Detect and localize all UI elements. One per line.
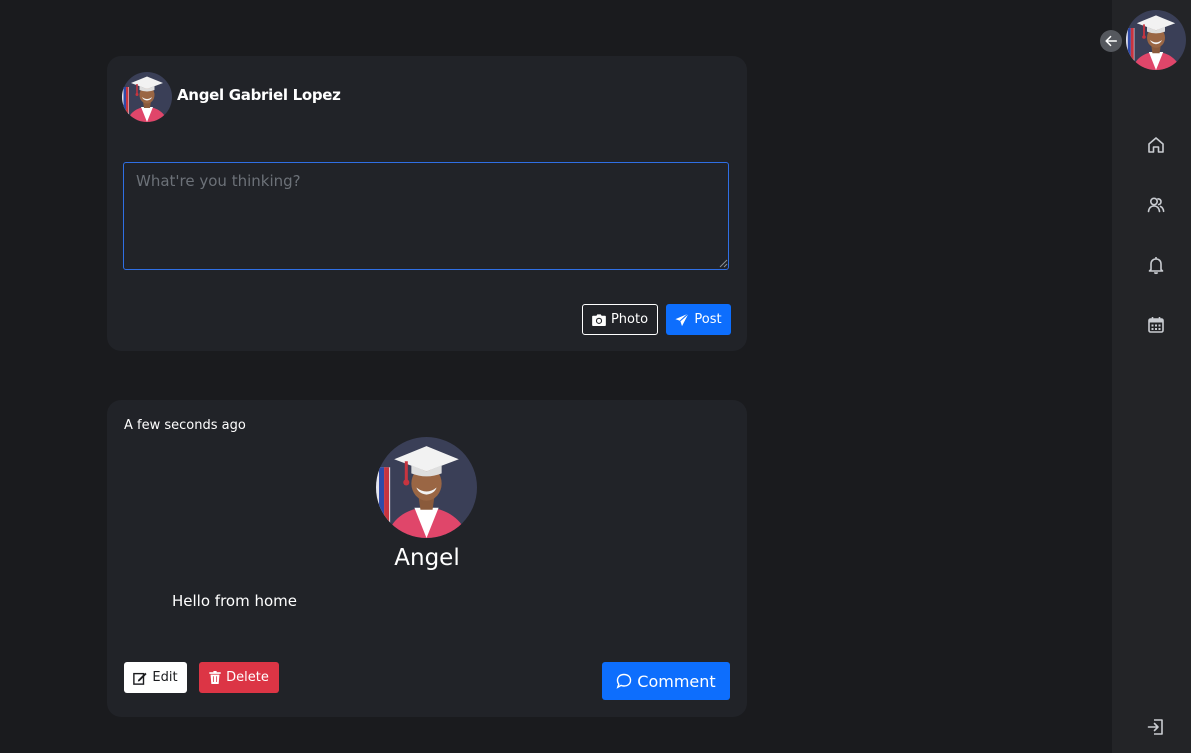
sidebar-item-calendar[interactable]	[1145, 314, 1167, 336]
photo-button[interactable]: Photo	[582, 304, 658, 335]
post-timestamp: A few seconds ago	[124, 418, 246, 433]
delete-button-label: Delete	[226, 670, 269, 685]
post-button-label: Post	[694, 312, 722, 327]
sidebar-item-home[interactable]	[1145, 134, 1167, 156]
chat-bubble-icon	[616, 673, 632, 689]
edit-button[interactable]: Edit	[124, 662, 187, 693]
trash-icon	[209, 671, 221, 684]
composer-textarea[interactable]	[123, 162, 729, 270]
friends-icon	[1147, 197, 1165, 213]
send-icon	[675, 312, 690, 326]
sidebar-item-logout[interactable]	[1145, 716, 1167, 738]
main-content: Angel Gabriel Lopez Photo Post A few sec…	[0, 0, 1112, 753]
post-body-text: Hello from home	[172, 592, 297, 610]
post-author-avatar[interactable]	[376, 437, 477, 538]
sidebar-avatar[interactable]	[1126, 10, 1186, 70]
resize-grip-icon[interactable]	[719, 259, 728, 268]
home-icon	[1148, 137, 1164, 153]
post-card: A few seconds ago Angel Hello from home …	[107, 400, 747, 717]
edit-button-label: Edit	[152, 670, 178, 685]
arrow-left-icon	[1105, 35, 1118, 47]
sidebar-item-friends[interactable]	[1145, 194, 1167, 216]
collapse-sidebar-button[interactable]	[1100, 30, 1122, 52]
post-button[interactable]: Post	[666, 304, 731, 335]
composer-user-name: Angel Gabriel Lopez	[177, 86, 341, 104]
sidebar	[1112, 0, 1191, 753]
bell-icon	[1148, 257, 1164, 275]
composer-avatar[interactable]	[122, 72, 172, 122]
photo-button-label: Photo	[610, 312, 649, 327]
comment-button-label: Comment	[637, 671, 716, 691]
delete-button[interactable]: Delete	[199, 662, 279, 693]
post-author-name: Angel	[394, 545, 460, 571]
logout-icon	[1147, 719, 1163, 735]
camera-icon	[592, 313, 606, 326]
calendar-icon	[1148, 317, 1164, 333]
comment-button[interactable]: Comment	[602, 662, 730, 700]
post-composer-card: Angel Gabriel Lopez Photo Post	[107, 56, 747, 351]
edit-icon	[133, 672, 147, 685]
sidebar-item-notifications[interactable]	[1145, 254, 1167, 276]
